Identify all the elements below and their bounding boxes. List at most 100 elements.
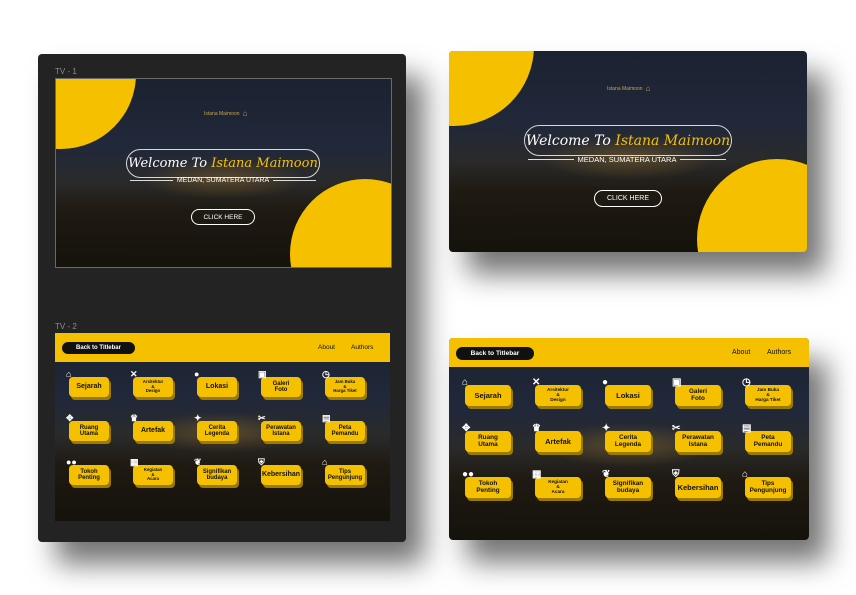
menu-tile[interactable]: Tokoh Penting ●● xyxy=(66,458,109,485)
map-pin-icon: ● xyxy=(194,369,200,379)
menu-tile[interactable]: Artefak ♛ xyxy=(532,424,581,452)
menu-tile-label: Lokasi xyxy=(616,390,640,400)
menu-title-bar: Back to Titlebar About Authors xyxy=(55,333,390,362)
menu-tile-label: Galeri Foto xyxy=(688,387,708,402)
welcome-pill: Welcome To Istana Maimoon xyxy=(524,125,732,156)
tv1-frame-small[interactable]: Istana Maimoon ⌂ Welcome To Istana Maimoo… xyxy=(55,78,392,268)
menu-tile[interactable]: Cerita Legenda ✦ xyxy=(194,414,237,441)
logo: Istana Maimoon ⌂ xyxy=(204,109,248,118)
nav-about[interactable]: About xyxy=(318,344,335,351)
menu-tile-label: Peta Pemandu xyxy=(331,424,359,437)
house-icon: ⌂ xyxy=(742,469,749,480)
tv2-frame-large[interactable]: Back to Titlebar About Authors Sejarah ⌂ A… xyxy=(449,338,809,540)
photo-icon: ▣ xyxy=(672,377,682,388)
back-to-titlebar-button[interactable]: Back to Titlebar xyxy=(62,342,135,354)
nav-authors[interactable]: Authors xyxy=(767,349,791,356)
nav-authors[interactable]: Authors xyxy=(351,344,373,351)
menu-tile-label: Ruang Utama xyxy=(478,433,498,448)
menu-tile[interactable]: Peta Pemandu ▤ xyxy=(742,424,791,452)
subtitle: MEDAN, SUMATERA UTARA xyxy=(528,155,726,164)
menu-tile[interactable]: Kebersihan ⛨ xyxy=(258,458,301,485)
clock-icon: ◷ xyxy=(742,377,751,388)
welcome-pill: Welcome To Istana Maimoon xyxy=(126,149,320,178)
menu-tile[interactable]: Artefak ♛ xyxy=(130,414,173,441)
clock-icon: ◷ xyxy=(322,369,330,379)
menu-tile[interactable]: Peta Pemandu ▤ xyxy=(322,414,365,441)
map-icon: ▤ xyxy=(742,423,752,434)
menu-tile-label: Tokoh Penting xyxy=(476,479,500,494)
tools-icon: ✕ xyxy=(130,369,138,379)
menu-tile-label: Tips Pengunjung xyxy=(749,479,787,494)
menu-tile[interactable]: Tips Pengunjung ⌂ xyxy=(742,470,791,498)
shield-check-icon: ⛨ xyxy=(258,457,265,467)
menu-tile[interactable]: Sejarah ⌂ xyxy=(66,370,109,397)
design-canvas: TV - 1 Istana Maimoon ⌂ Welcome To Istana… xyxy=(38,54,406,542)
menu-tile-label: Lokasi xyxy=(205,383,229,391)
photo-icon: ▣ xyxy=(258,369,267,379)
menu-tile[interactable]: Ruang Utama ✥ xyxy=(66,414,109,441)
menu-tile-label: Jam Buka & Harga Tiket xyxy=(755,387,781,402)
menu-tile[interactable]: Signifikan budaya ❦ xyxy=(194,458,237,485)
subtitle: MEDAN, SUMATERA UTARA xyxy=(130,177,316,184)
chandelier-icon: ✥ xyxy=(66,413,74,423)
menu-tile-label: Cerita Legenda xyxy=(204,424,230,437)
menu-tile[interactable]: Tips Pengunjung ⌂ xyxy=(322,458,365,485)
yellow-blob-top-left xyxy=(449,51,534,126)
menu-tile[interactable]: Lokasi ● xyxy=(602,378,651,406)
nav-about[interactable]: About xyxy=(732,349,750,356)
wrench-icon: ✂ xyxy=(672,423,681,434)
crown-icon: ♛ xyxy=(532,423,541,434)
click-here-button[interactable]: CLICK HERE xyxy=(594,190,662,207)
menu-tile[interactable]: Signifikan budaya ❦ xyxy=(602,470,651,498)
calendar-icon: ▦ xyxy=(130,457,139,467)
palace-logo-icon: ⌂ xyxy=(242,109,248,118)
menu-tile[interactable]: Arsitektur & Design ✕ xyxy=(532,378,581,406)
menu-tile[interactable]: Kegiatan & Acara ▦ xyxy=(532,470,581,498)
menu-tile-label: Perawatan Istana xyxy=(266,424,296,437)
menu-tile-label: Jam Buka & Harga Tiket xyxy=(333,379,357,394)
palace-logo-icon: ⌂ xyxy=(645,84,651,93)
back-to-titlebar-button[interactable]: Back to Titlebar xyxy=(456,347,534,360)
menu-tile[interactable]: Ruang Utama ✥ xyxy=(462,424,511,452)
divider xyxy=(273,180,316,181)
menu-tile[interactable]: Galeri Foto ▣ xyxy=(258,370,301,397)
menu-tile[interactable]: Kegiatan & Acara ▦ xyxy=(130,458,173,485)
map-pin-icon: ● xyxy=(602,377,609,388)
menu-tile[interactable]: Kebersihan ⛨ xyxy=(672,470,721,498)
culture-icon: ❦ xyxy=(602,469,611,480)
menu-tile-label: Cerita Legenda xyxy=(614,433,642,448)
tv1-frame-label: TV - 1 xyxy=(55,67,77,76)
menu-tile[interactable]: Perawatan Istana ✂ xyxy=(258,414,301,441)
menu-tile-label: Tips Pengunjung xyxy=(327,468,363,481)
house-icon: ⌂ xyxy=(322,457,328,467)
crown-icon: ♛ xyxy=(130,413,139,423)
menu-tile-label: Kebersihan xyxy=(261,471,301,479)
temple-icon: ⌂ xyxy=(462,377,469,388)
tv2-frame-small[interactable]: Back to Titlebar About Authors Sejarah ⌂ A… xyxy=(55,333,390,521)
tv2-frame-label: TV - 2 xyxy=(55,322,77,331)
menu-tile[interactable]: Jam Buka & Harga Tiket ◷ xyxy=(742,378,791,406)
tools-icon: ✕ xyxy=(532,377,541,388)
menu-tile[interactable]: Perawatan Istana ✂ xyxy=(672,424,721,452)
shield-check-icon: ⛨ xyxy=(672,469,680,480)
menu-tile-label: Arsitektur & Design xyxy=(142,379,164,394)
menu-tile[interactable]: Cerita Legenda ✦ xyxy=(602,424,651,452)
menu-tile-label: Kegiatan & Acara xyxy=(548,479,568,494)
menu-tile-label: Peta Pemandu xyxy=(753,433,783,448)
menu-tile[interactable]: Tokoh Penting ●● xyxy=(462,470,511,498)
menu-tile-label: Artefak xyxy=(545,436,571,446)
chandelier-icon: ✥ xyxy=(462,423,471,434)
menu-tile-label: Signifikan budaya xyxy=(612,479,644,494)
menu-tile-label: Signifikan budaya xyxy=(202,468,232,481)
menu-tile-label: Artefak xyxy=(140,427,166,435)
menu-tile[interactable]: Sejarah ⌂ xyxy=(462,378,511,406)
menu-tile-label: Arsitektur & Design xyxy=(547,387,569,402)
menu-tile[interactable]: Arsitektur & Design ✕ xyxy=(130,370,173,397)
menu-tile[interactable]: Jam Buka & Harga Tiket ◷ xyxy=(322,370,365,397)
menu-tile[interactable]: Lokasi ● xyxy=(194,370,237,397)
divider xyxy=(528,159,574,160)
click-here-button[interactable]: CLICK HERE xyxy=(191,209,255,225)
menu-tile[interactable]: Galeri Foto ▣ xyxy=(672,378,721,406)
tv1-frame-large[interactable]: Istana Maimoon ⌂ Welcome To Istana Maimoo… xyxy=(449,51,807,252)
temple-icon: ⌂ xyxy=(66,369,72,379)
